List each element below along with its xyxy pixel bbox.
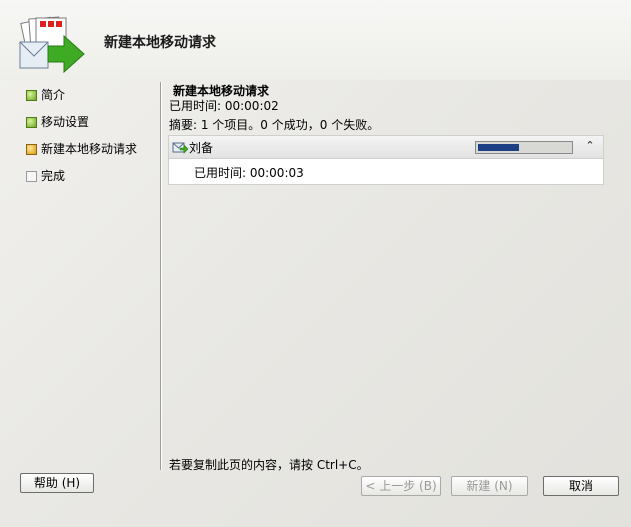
page-title: 新建本地移动请求 — [104, 35, 216, 51]
new-button[interactable]: 新建 (N) — [451, 476, 528, 496]
step-label: 简介 — [41, 88, 66, 102]
step-new-local-move: 新建本地移动请求 — [26, 140, 156, 167]
summary-text: 摘要: 1 个项目。0 个成功，0 个失败。 — [169, 118, 380, 132]
status-complete-icon — [26, 117, 37, 128]
back-button[interactable]: < 上一步 (B) — [361, 476, 441, 496]
help-button[interactable]: 帮助 (H) — [20, 473, 94, 493]
progress-bar — [475, 141, 573, 154]
task-elapsed-time: 已用时间: 00:00:03 — [194, 166, 304, 180]
task-header: 刘备 ⌃ — [169, 136, 603, 159]
task-name: 刘备 — [189, 141, 214, 155]
step-label: 完成 — [41, 169, 66, 183]
chevron-up-icon: ⌃ — [585, 139, 595, 152]
task-panel: 刘备 ⌃ 已用时间: 00:00:03 — [168, 135, 604, 185]
status-current-icon — [26, 144, 37, 155]
copy-hint: 若要复制此页的内容，请按 Ctrl+C。 — [169, 458, 369, 472]
mailbox-move-icon — [19, 16, 85, 74]
cancel-button[interactable]: 取消 — [543, 476, 619, 496]
elapsed-time: 已用时间: 00:00:02 — [169, 99, 279, 113]
step-label: 新建本地移动请求 — [41, 142, 138, 156]
vertical-divider — [160, 82, 161, 470]
step-label: 移动设置 — [41, 115, 90, 129]
progress-fill — [478, 144, 519, 151]
wizard-steps: 简介 移动设置 新建本地移动请求 完成 — [26, 86, 156, 194]
step-intro: 简介 — [26, 86, 156, 113]
mailbox-user-icon — [172, 142, 189, 154]
status-pending-icon — [26, 171, 37, 182]
step-move-settings: 移动设置 — [26, 113, 156, 140]
collapse-button[interactable]: ⌃ — [582, 138, 598, 154]
status-complete-icon — [26, 90, 37, 101]
step-finish: 完成 — [26, 167, 156, 194]
wizard-header: 新建本地移动请求 — [0, 0, 631, 80]
